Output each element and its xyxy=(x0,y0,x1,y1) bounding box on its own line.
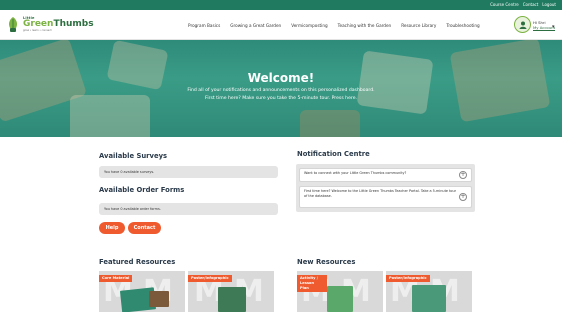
hero-title: Welcome! xyxy=(247,71,315,85)
account-menu[interactable]: Hi Shri My Account xyxy=(514,16,555,33)
order-forms-message-text: You have 0 available order forms. xyxy=(104,207,161,211)
hero-subtitle: Find all of your notifications and annou… xyxy=(0,87,562,103)
contact-link[interactable]: Contact xyxy=(523,1,539,9)
logout-link[interactable]: Logout xyxy=(542,1,556,9)
new-resource-card[interactable]: M M Poster/Infographic xyxy=(386,271,472,312)
nav-program-basics[interactable]: Program Basics xyxy=(188,23,220,28)
card-tag: Activity / Lesson Plan xyxy=(297,275,327,292)
user-icon xyxy=(519,21,526,29)
card-tag: Poster/Infographic xyxy=(188,275,232,282)
order-forms-message: You have 0 available order forms. xyxy=(99,203,278,215)
logo-tagline: grow • learn • connect xyxy=(23,29,52,32)
hero-decor-shape xyxy=(300,110,360,137)
expand-plus-icon[interactable]: + xyxy=(459,193,467,201)
card-tag: Poster/Infographic xyxy=(386,275,430,282)
expand-plus-icon[interactable]: + xyxy=(459,171,467,179)
hero-line-2[interactable]: First time here? Make sure you take the … xyxy=(0,95,562,103)
surveys-message: You have 0 available surveys. xyxy=(99,166,278,178)
chevron-down-icon[interactable]: ▾ xyxy=(552,24,555,30)
notification-list: Want to connect with your Little Green T… xyxy=(296,164,475,212)
course-centre-link[interactable]: Course Centre xyxy=(490,1,519,9)
nav-growing-garden[interactable]: Growing a Great Garden xyxy=(230,23,281,28)
nav-resource-library[interactable]: Resource Library xyxy=(401,23,436,28)
surveys-title: Available Surveys xyxy=(99,152,168,160)
new-resource-card[interactable]: M M Activity / Lesson Plan xyxy=(297,271,383,312)
help-button[interactable]: Help xyxy=(99,222,125,234)
notification-item[interactable]: Want to connect with your Little Green T… xyxy=(299,168,472,182)
resource-thumbnail xyxy=(149,291,169,307)
nav-teaching-garden[interactable]: Teaching with the Garden xyxy=(338,23,392,28)
site-header: Little GreenThumbs grow • learn • connec… xyxy=(0,10,562,40)
contact-button[interactable]: Contact xyxy=(128,222,161,234)
notification-centre-title: Notification Centre xyxy=(297,150,370,158)
notification-text: Want to connect with your Little Green T… xyxy=(304,171,407,175)
resource-thumbnail xyxy=(218,287,246,312)
logo-word-thumbs: Thumbs xyxy=(53,19,94,29)
main-nav: Program Basics Growing a Great Garden Ve… xyxy=(188,23,480,28)
resource-thumbnail xyxy=(412,285,446,312)
featured-resource-card[interactable]: M M Core Material xyxy=(99,271,185,312)
featured-resource-card[interactable]: M M Poster/Infographic xyxy=(188,271,274,312)
card-tag: Core Material xyxy=(99,275,133,282)
utility-bar: Course Centre Contact Logout xyxy=(0,0,562,10)
hero-line-1: Find all of your notifications and annou… xyxy=(187,88,375,93)
avatar xyxy=(514,16,531,33)
nav-troubleshooting[interactable]: Troubleshooting xyxy=(446,23,479,28)
notification-text: First time here? Welcome to the Little G… xyxy=(304,189,457,198)
surveys-message-text: You have 0 available surveys. xyxy=(104,170,155,174)
thumb-logo-icon xyxy=(6,16,20,33)
nav-vermicomposting[interactable]: Vermicomposting xyxy=(291,23,327,28)
hero-banner: Welcome! Find all of your notifications … xyxy=(0,40,562,137)
notification-item[interactable]: First time here? Welcome to the Little G… xyxy=(299,186,472,208)
utility-links: Course Centre Contact Logout xyxy=(490,1,556,9)
resource-thumbnail xyxy=(327,286,353,312)
featured-resources-title: Featured Resources xyxy=(99,258,176,266)
order-forms-title: Available Order Forms xyxy=(99,186,185,194)
site-logo[interactable]: Little GreenThumbs grow • learn • connec… xyxy=(6,16,94,33)
logo-word-green: Green xyxy=(23,19,54,29)
new-resources-title: New Resources xyxy=(297,258,356,266)
